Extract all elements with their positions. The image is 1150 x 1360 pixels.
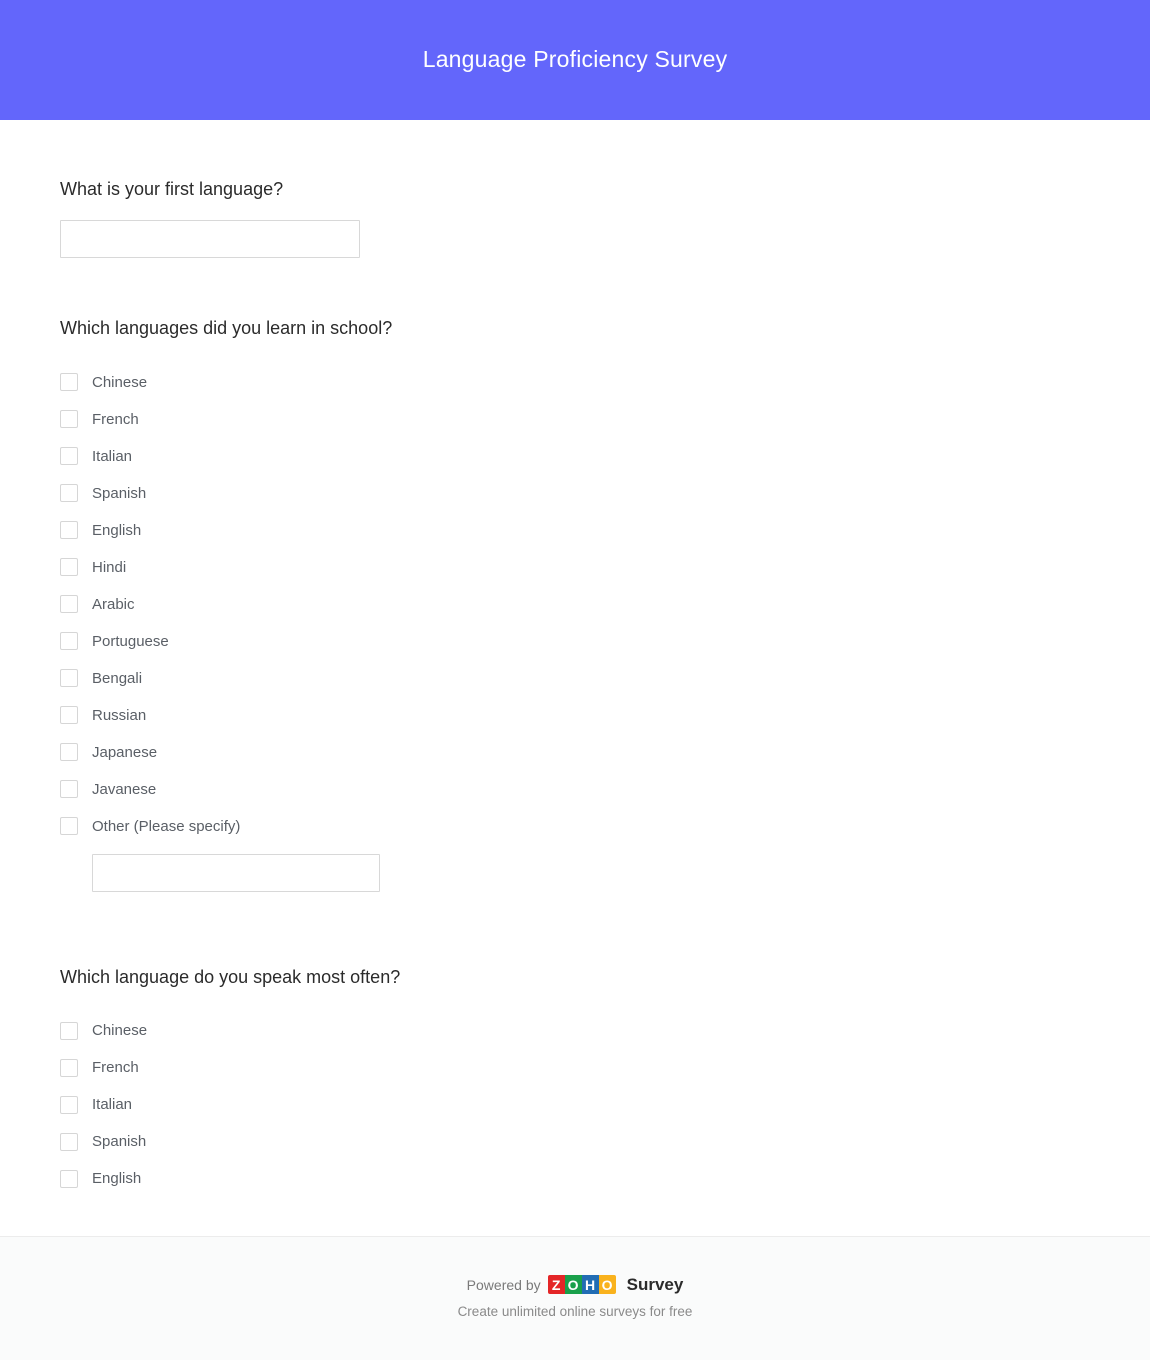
choice-label: Other (Please specify) (92, 817, 241, 835)
survey-header: Language Proficiency Survey (0, 0, 1150, 120)
other-input-wrapper (60, 845, 1090, 892)
choice-row[interactable]: French (60, 1049, 1090, 1086)
question-block-most-spoken: Which language do you speak most often? … (60, 892, 1090, 1197)
page-title: Language Proficiency Survey (422, 46, 728, 73)
survey-page: Language Proficiency Survey What is your… (0, 0, 1150, 1360)
choice-label: Chinese (92, 1022, 148, 1040)
choice-list-languages-learned: Chinese French Italian Spanish English H… (60, 341, 1090, 892)
checkbox-icon[interactable] (60, 410, 78, 429)
choice-label: French (92, 1059, 139, 1077)
choice-row[interactable]: Spanish (60, 1123, 1090, 1160)
checkbox-icon[interactable] (60, 373, 78, 392)
choice-label: Spanish (92, 1133, 147, 1151)
choice-label: Chinese (92, 373, 148, 391)
powered-by-label: Powered by (466, 1276, 541, 1293)
question-block-first-language: What is your first language? (60, 120, 1090, 259)
choice-row[interactable]: Chinese (60, 364, 1090, 401)
choice-row[interactable]: French (60, 401, 1090, 438)
choice-label: English (92, 521, 142, 539)
question-title: Which language do you speak most often? (60, 966, 401, 987)
choice-label: Spanish (92, 484, 147, 502)
choice-row[interactable]: Portuguese (60, 623, 1090, 660)
checkbox-icon[interactable] (60, 1021, 78, 1040)
choice-row[interactable]: Spanish (60, 475, 1090, 512)
zoho-logo-tile-h: H (581, 1275, 599, 1294)
choice-label: Italian (92, 1096, 133, 1114)
checkbox-icon[interactable] (60, 521, 78, 540)
choice-label: Italian (92, 447, 133, 465)
zoho-product-name: Survey (626, 1275, 684, 1294)
choice-label: Hindi (92, 558, 127, 576)
choice-label: French (92, 410, 139, 428)
zoho-logo-tile-z: Z (547, 1275, 565, 1294)
choice-row[interactable]: Javanese (60, 771, 1090, 808)
checkbox-icon[interactable] (60, 558, 78, 577)
choice-row[interactable]: Japanese (60, 734, 1090, 771)
question-title: Which languages did you learn in school? (60, 318, 393, 339)
zoho-logo-tile-o1: O (564, 1275, 582, 1294)
checkbox-icon[interactable] (60, 817, 78, 836)
choice-row[interactable]: Chinese (60, 1012, 1090, 1049)
checkbox-icon[interactable] (60, 632, 78, 651)
powered-by-row: Powered by Z O H O Survey (466, 1275, 684, 1294)
choice-label: Bengali (92, 669, 143, 687)
choice-list-most-spoken: Chinese French Italian Spanish English (60, 989, 1090, 1197)
answer-area (60, 201, 1090, 259)
choice-label: Javanese (92, 780, 157, 798)
checkbox-icon[interactable] (60, 1058, 78, 1077)
choice-row[interactable]: Hindi (60, 549, 1090, 586)
zoho-logo[interactable]: Z O H O (547, 1275, 616, 1294)
choice-row[interactable]: Bengali (60, 660, 1090, 697)
choice-row[interactable]: Italian (60, 1086, 1090, 1123)
choice-row[interactable]: Russian (60, 697, 1090, 734)
checkbox-icon[interactable] (60, 669, 78, 688)
choice-label: Portuguese (92, 632, 169, 650)
first-language-input[interactable] (60, 220, 360, 259)
choice-label: Russian (92, 706, 147, 724)
checkbox-icon[interactable] (60, 780, 78, 799)
choice-label: English (92, 1170, 142, 1188)
checkbox-icon[interactable] (60, 1095, 78, 1114)
checkbox-icon[interactable] (60, 1132, 78, 1151)
choice-label: Arabic (92, 595, 135, 613)
choice-row[interactable]: Italian (60, 438, 1090, 475)
checkbox-icon[interactable] (60, 706, 78, 725)
checkbox-icon[interactable] (60, 1169, 78, 1188)
survey-footer: Powered by Z O H O Survey Create unlimit… (0, 1236, 1150, 1360)
other-specify-input[interactable] (92, 853, 380, 892)
question-title: What is your first language? (60, 179, 284, 199)
checkbox-icon[interactable] (60, 484, 78, 503)
choice-label: Japanese (92, 743, 158, 761)
choice-row-other[interactable]: Other (Please specify) (60, 808, 1090, 845)
checkbox-icon[interactable] (60, 743, 78, 762)
question-block-languages-learned: Which languages did you learn in school?… (60, 258, 1090, 892)
choice-row[interactable]: English (60, 512, 1090, 549)
checkbox-icon[interactable] (60, 447, 78, 466)
checkbox-icon[interactable] (60, 595, 78, 614)
choice-row[interactable]: English (60, 1160, 1090, 1197)
zoho-logo-tile-o2: O (598, 1275, 616, 1294)
survey-body: What is your first language? Which langu… (0, 120, 1150, 1236)
choice-row[interactable]: Arabic (60, 586, 1090, 623)
footer-tagline: Create unlimited online surveys for free (457, 1304, 693, 1319)
